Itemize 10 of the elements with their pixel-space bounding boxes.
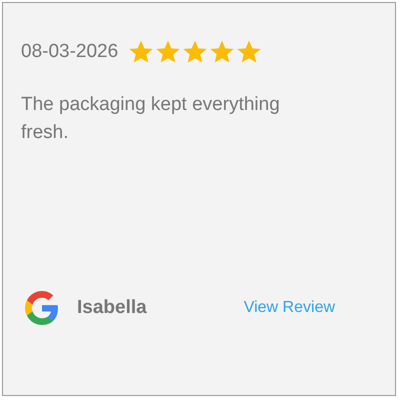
- star-icon: [209, 39, 236, 65]
- star-icon: [155, 39, 182, 65]
- review-date: 08-03-2026: [21, 41, 118, 63]
- review-text: The packaging kept everything fresh.: [21, 93, 281, 145]
- star-icon: [182, 39, 208, 65]
- star-icon: [236, 39, 262, 65]
- google-logo-icon: [25, 291, 59, 325]
- author-name: Isabella: [77, 297, 147, 319]
- view-review-link[interactable]: View Review: [244, 299, 336, 317]
- star-icon: [128, 39, 154, 65]
